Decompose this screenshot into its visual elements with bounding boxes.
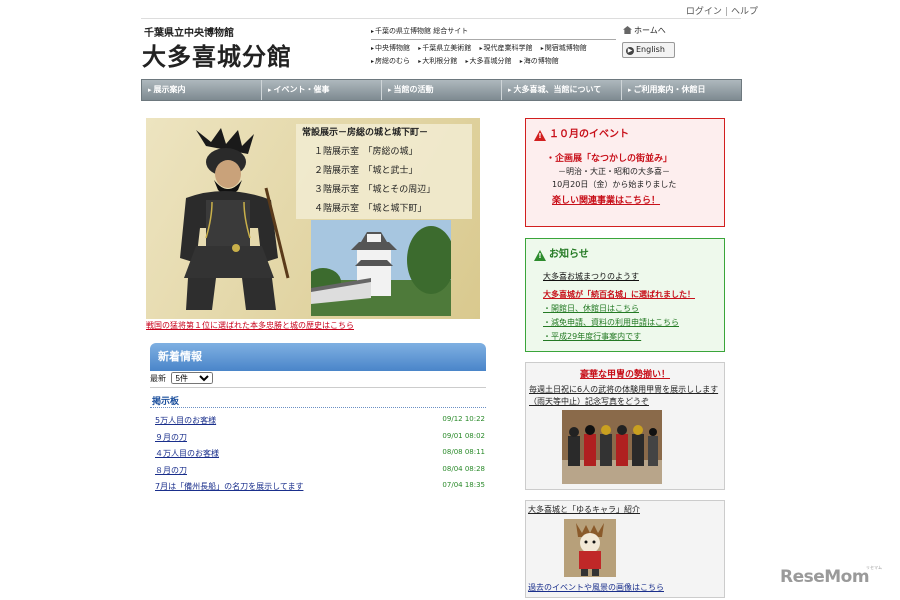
warning-icon: ! xyxy=(534,130,546,141)
list-item: 7月は「備州長船」の名刀を展示してます 07/04 18:35 xyxy=(155,481,485,498)
event-link[interactable]: 楽しい関連事業はこちら！ xyxy=(552,193,724,206)
notice-application-link[interactable]: ・減免申請、資料の利用申請はこちら xyxy=(543,317,724,328)
nav-about[interactable]: 大多喜城、当館について xyxy=(502,80,622,100)
notice-box-title: ! お知らせ xyxy=(526,239,724,261)
castle-photo xyxy=(311,220,451,316)
warning-icon: ! xyxy=(534,250,546,261)
list-item: ８月の刀 08/04 08:28 xyxy=(155,465,485,482)
armor-panel[interactable]: 豪華な甲冑の勢揃い！ 毎週土日祝に6人の武将の体験用甲冑を展示しします（雨天等中… xyxy=(525,362,725,490)
post-title[interactable]: 7月は「備州長船」の名刀を展示してます xyxy=(155,481,303,498)
notice-castle-link[interactable]: 大多喜城が「続百名城」に選ばれました！ xyxy=(543,289,724,300)
exhibit-floor-4: ４階展示室 「城と城下町」 xyxy=(314,204,427,214)
notice-festival-link[interactable]: 大多喜お城まつりのようす xyxy=(543,271,724,282)
list-item: 5万人目のお客様 09/12 10:22 xyxy=(155,415,485,432)
museum-links: 千葉の県立博物館 総合サイト 中央博物館 千葉県立美術館 現代産業科学館 関宿城… xyxy=(371,25,616,68)
notice-schedule-link[interactable]: ・平成29年度行事案内です xyxy=(543,331,724,342)
help-link[interactable]: ヘルプ xyxy=(731,7,758,17)
mascot-panel[interactable]: 大多喜城と「ゆるキャラ」紹介 過去のイベントや風景の画像はこちら xyxy=(525,500,725,598)
english-button[interactable]: ▶ English xyxy=(622,42,675,58)
link-sekiyado-museum[interactable]: 関宿城博物館 xyxy=(541,42,587,55)
notice-hours-link[interactable]: ・開館日、休館日はこちら xyxy=(543,303,724,314)
site-header: 千葉県立中央博物館 大多喜城分館 千葉の県立博物館 総合サイト 中央博物館 千葉… xyxy=(141,18,741,78)
bulletin-board-heading: 掲示板 xyxy=(150,394,486,408)
post-date: 09/12 10:22 xyxy=(442,415,485,423)
link-otone-branch[interactable]: 大利根分館 xyxy=(418,55,457,68)
util-separator: | xyxy=(724,7,728,17)
event-box-title: ! １０月のイベント xyxy=(526,119,724,141)
armor-panel-title: 豪華な甲冑の勢揃い！ xyxy=(579,370,670,380)
link-industry-museum[interactable]: 現代産業科学館 xyxy=(480,42,533,55)
nav-exhibits[interactable]: 展示案内 xyxy=(142,80,262,100)
mascot-panel-title: 大多喜城と「ゆるキャラ」紹介 xyxy=(528,505,640,514)
link-central-museum[interactable]: 中央博物館 xyxy=(371,42,410,55)
mascot-photo xyxy=(564,519,616,577)
exhibit-floor-1: １階展示室 「房総の城」 xyxy=(314,147,418,157)
event-box: ! １０月のイベント ・企画展「なつかしの街並み」 －明治・大正・昭和の大多喜－ … xyxy=(525,118,725,227)
notice-box: ! お知らせ 大多喜お城まつりのようす 大多喜城が「続百名城」に選ばれました！ ・… xyxy=(525,238,725,352)
link-art-museum[interactable]: 千葉県立美術館 xyxy=(418,42,471,55)
nav-activities[interactable]: 当館の活動 xyxy=(382,80,502,100)
english-label: English xyxy=(636,45,665,54)
link-boso-village[interactable]: 房総のむら xyxy=(371,55,410,68)
nav-visitor-info[interactable]: ご利用案内・休館日 xyxy=(622,80,741,100)
post-list: 5万人目のお客様 09/12 10:22 ９月の刀 09/01 08:02 ４万人目… xyxy=(155,415,485,498)
utility-links: ログイン | ヘルプ xyxy=(686,4,758,17)
resemom-watermark-sub: リセマム xyxy=(866,565,882,570)
event-item: ・企画展「なつかしの街並み」 xyxy=(546,154,673,164)
site-title[interactable]: 大多喜城分館 xyxy=(142,37,292,72)
resemom-watermark: ReseMom xyxy=(780,567,870,587)
event-subtitle: －明治・大正・昭和の大多喜－ xyxy=(558,167,670,176)
home-label: ホームへ xyxy=(634,26,666,35)
exhibit-floor-2: ２階展示室 「城と武士」 xyxy=(314,166,418,176)
home-icon xyxy=(623,26,632,34)
news-latest-label: 最新 xyxy=(150,374,166,383)
home-link[interactable]: ホームへ xyxy=(623,25,666,36)
notice-box-title-text: お知らせ xyxy=(549,249,589,260)
exhibit-list: 常設展示－房総の城と城下町－ １階展示室 「房総の城」 ２階展示室 「城と武士」… xyxy=(296,124,472,219)
news-count-select[interactable]: 5件 xyxy=(170,372,213,384)
link-prefectural-museums[interactable]: 千葉の県立博物館 総合サイト xyxy=(371,25,468,38)
post-date: 09/01 08:02 xyxy=(442,431,485,440)
armor-photo xyxy=(562,410,662,484)
hero-banner[interactable]: 常設展示－房総の城と城下町－ １階展示室 「房総の城」 ２階展示室 「城と武士」… xyxy=(146,118,480,319)
hero-caption-link[interactable]: 戦国の猛将第１位に選ばれた本多忠勝と城の歴史はこちら xyxy=(146,320,354,331)
post-date: 08/08 08:11 xyxy=(442,448,485,456)
link-sea-museum[interactable]: 海の博物館 xyxy=(520,55,559,68)
samurai-illustration xyxy=(180,128,290,310)
post-title[interactable]: ８月の刀 xyxy=(155,465,187,482)
link-otaki-branch[interactable]: 大多喜城分館 xyxy=(466,55,512,68)
past-images-link[interactable]: 過去のイベントや風景の画像はこちら xyxy=(528,582,664,593)
post-date: 08/04 08:28 xyxy=(442,464,485,473)
login-link[interactable]: ログイン xyxy=(686,7,722,17)
arrow-right-icon: ▶ xyxy=(626,47,634,55)
nav-events[interactable]: イベント・催事 xyxy=(262,80,382,100)
armor-panel-desc: 毎週土日祝に6人の武将の体験用甲冑を展示しします（雨天等中止）記念写真をどうぞ xyxy=(529,385,719,406)
news-count-row: 最新 5件 xyxy=(150,372,486,388)
post-title[interactable]: ９月の刀 xyxy=(155,432,187,449)
event-date: 10月20日（金）から始まりました xyxy=(552,180,677,189)
post-title[interactable]: 5万人目のお客様 xyxy=(155,415,216,432)
news-header: 新着情報 xyxy=(150,343,486,371)
list-item: ９月の刀 09/01 08:02 xyxy=(155,432,485,449)
list-item: ４万人目のお客様 08/08 08:11 xyxy=(155,448,485,465)
main-nav: 展示案内 イベント・催事 当館の活動 大多喜城、当館について ご利用案内・休館日 xyxy=(141,79,742,101)
post-title[interactable]: ４万人目のお客様 xyxy=(155,448,219,465)
exhibit-title: 常設展示－房総の城と城下町－ xyxy=(302,128,429,138)
post-date: 07/04 18:35 xyxy=(442,481,485,489)
event-box-title-text: １０月のイベント xyxy=(549,129,629,140)
exhibit-floor-3: ３階展示室 「城とその周辺」 xyxy=(314,185,436,195)
